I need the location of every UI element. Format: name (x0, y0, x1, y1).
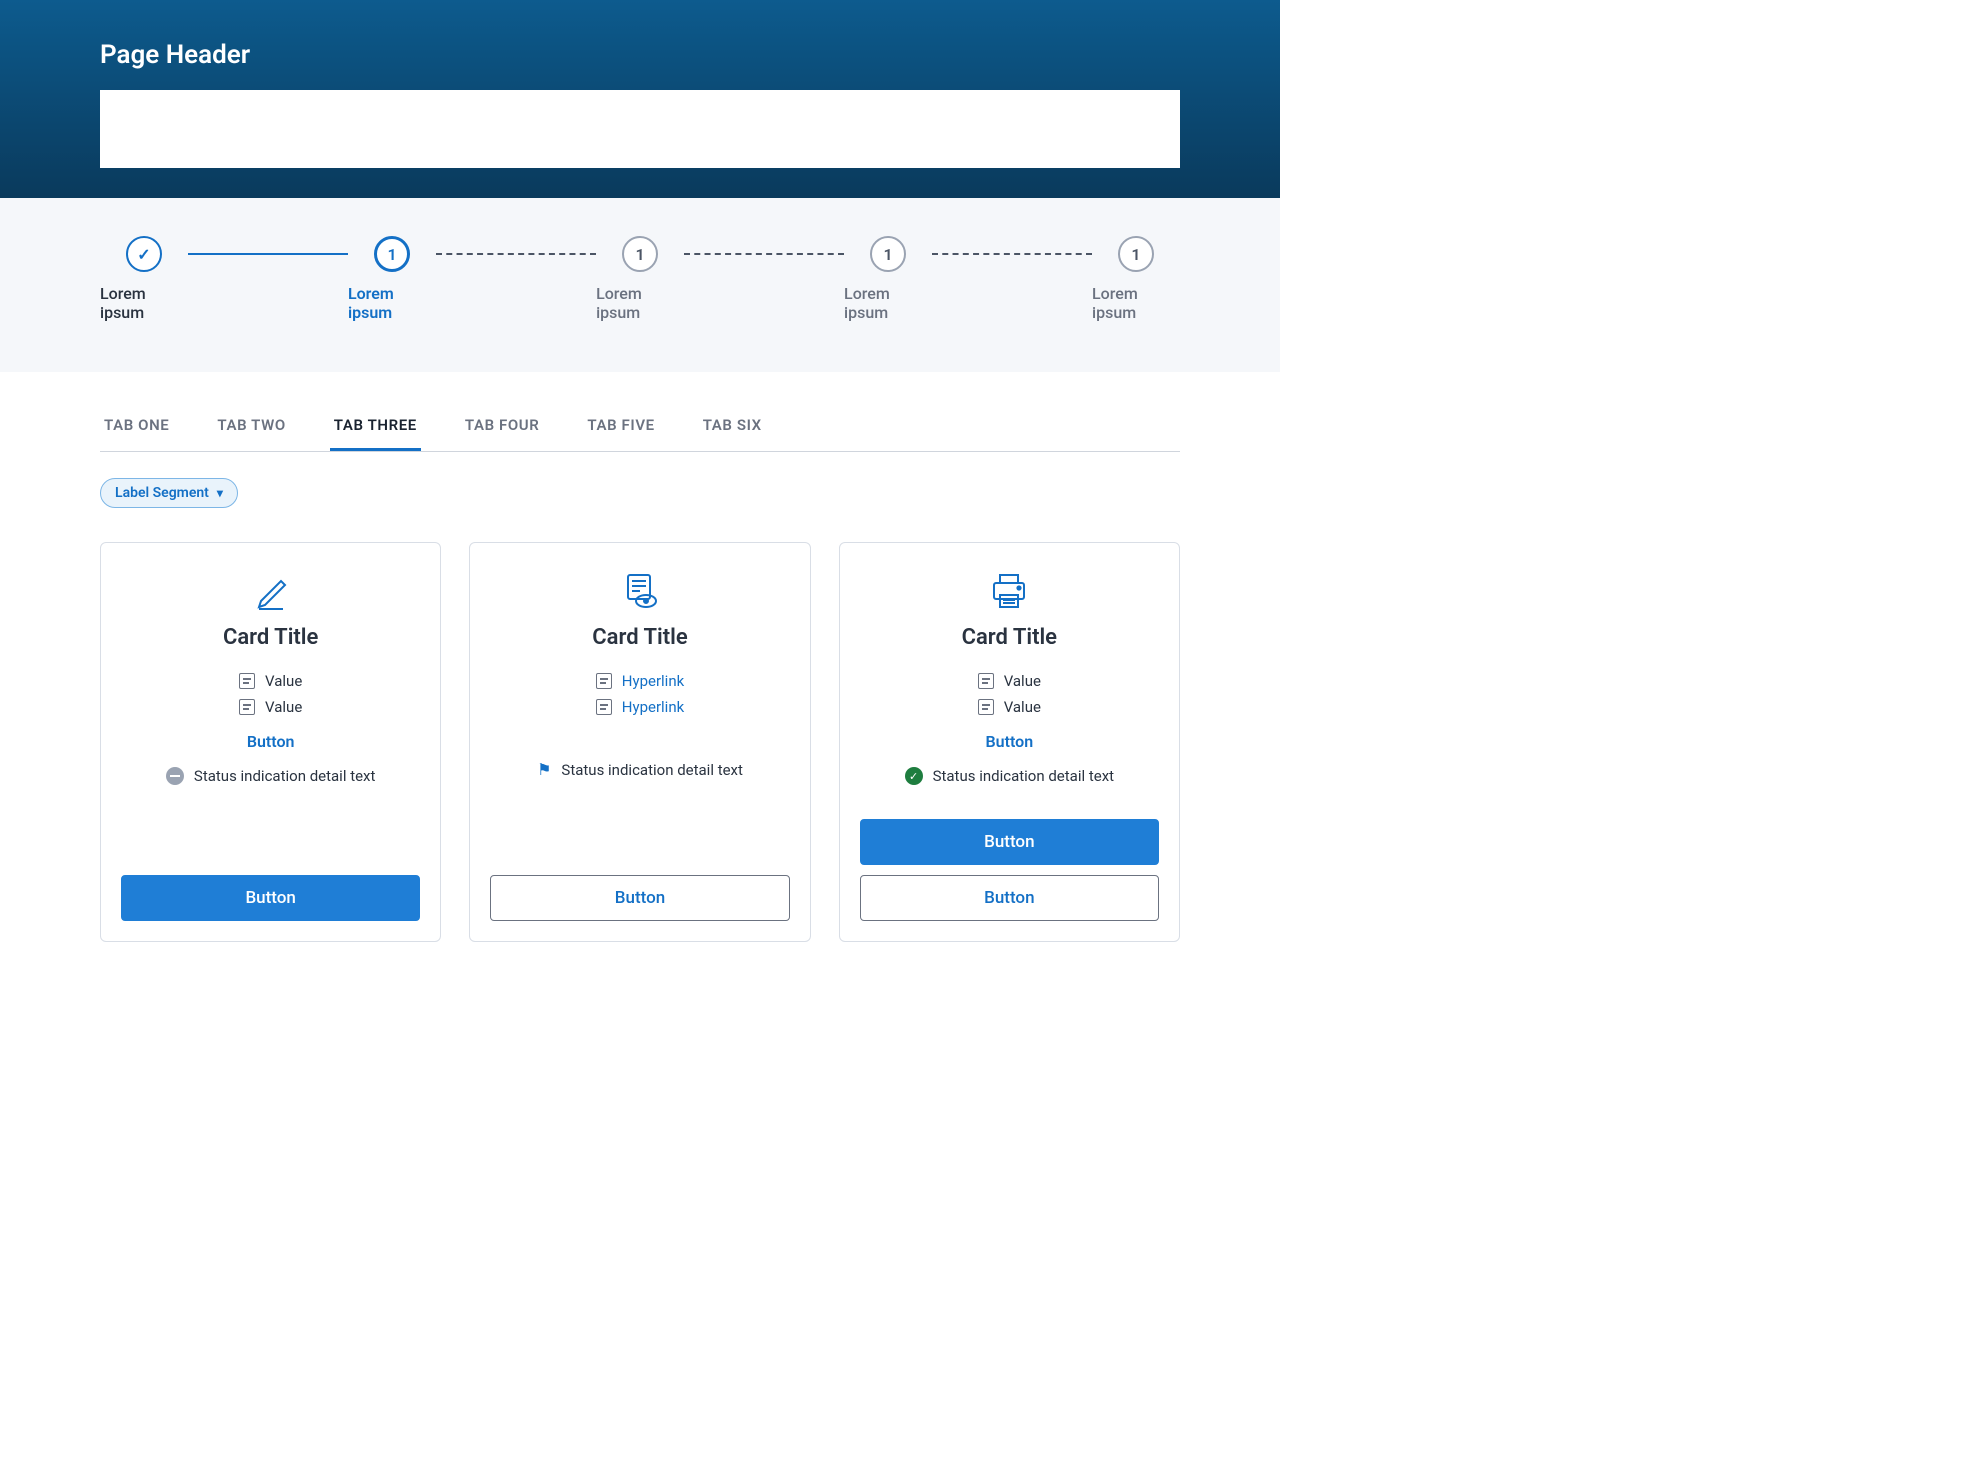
card-row: Value (239, 672, 302, 690)
tab-tab-two[interactable]: TAB TWO (213, 402, 289, 451)
document-icon (978, 699, 994, 715)
flag-icon: ⚑ (537, 760, 551, 779)
status-text: Status indication detail text (561, 761, 742, 779)
step-2[interactable]: 1 Lorem ipsum (348, 236, 436, 322)
step-connector (436, 253, 596, 255)
step-label: Lorem ipsum (596, 284, 684, 322)
step-connector (932, 253, 1092, 255)
card-title: Card Title (592, 625, 687, 650)
status-text: Status indication detail text (933, 767, 1114, 785)
step-5[interactable]: 1 Lorem ipsum (1092, 236, 1180, 322)
label-segment-text: Label Segment (115, 485, 209, 501)
pencil-icon (251, 571, 291, 611)
status-row: Status indication detail text (166, 767, 375, 785)
step-connector (188, 253, 348, 255)
step-4[interactable]: 1 Lorem ipsum (844, 236, 932, 322)
card-row: Value (978, 672, 1041, 690)
tab-bar: TAB ONE TAB TWO TAB THREE TAB FOUR TAB FIVE T… (100, 402, 1180, 452)
card-2: Card Title Hyperlink Hyperlink ⚑ Status indi… (469, 542, 810, 942)
card-hyperlink[interactable]: Hyperlink (622, 698, 684, 716)
view-document-icon (618, 571, 662, 611)
card-hyperlink[interactable]: Hyperlink (622, 672, 684, 690)
step-3[interactable]: 1 Lorem ipsum (596, 236, 684, 322)
step-number: 1 (374, 236, 410, 272)
card-button-primary[interactable]: Button (860, 819, 1159, 865)
tab-tab-six[interactable]: TAB SIX (699, 402, 766, 451)
hero-content-box (100, 90, 1180, 168)
step-number: 1 (622, 236, 658, 272)
page-title: Page Header (100, 40, 1180, 70)
printer-icon (988, 571, 1030, 611)
document-icon (978, 673, 994, 689)
minus-circle-icon (166, 767, 184, 785)
step-label: Lorem ipsum (100, 284, 188, 322)
status-row: ⚑ Status indication detail text (537, 760, 743, 779)
card-row: Value (239, 698, 302, 716)
card-value: Value (265, 698, 302, 716)
card-row: Hyperlink (596, 672, 684, 690)
tab-tab-five[interactable]: TAB FIVE (583, 402, 658, 451)
card-3: Card Title Value Value Button ✓ Status indica… (839, 542, 1180, 942)
tab-tab-four[interactable]: TAB FOUR (461, 402, 544, 451)
card-1: Card Title Value Value Button Status indicat… (100, 542, 441, 942)
status-text: Status indication detail text (194, 767, 375, 785)
step-label: Lorem ipsum (844, 284, 932, 322)
card-value: Value (1004, 698, 1041, 716)
step-number: 1 (1118, 236, 1154, 272)
tab-tab-three[interactable]: TAB THREE (330, 402, 421, 451)
card-button-primary[interactable]: Button (121, 875, 420, 921)
card-button-outline[interactable]: Button (490, 875, 789, 921)
stepper: ✓ Lorem ipsum 1 Lorem ipsum 1 Lorem ipsum 1 Lor… (0, 198, 1280, 372)
card-value: Value (265, 672, 302, 690)
cards-grid: Card Title Value Value Button Status indicat… (0, 508, 1280, 992)
step-connector (684, 253, 844, 255)
card-row: Value (978, 698, 1041, 716)
step-1[interactable]: ✓ Lorem ipsum (100, 236, 188, 322)
tab-tab-one[interactable]: TAB ONE (100, 402, 173, 451)
page-hero: Page Header (0, 0, 1280, 198)
check-circle-icon: ✓ (905, 767, 923, 785)
step-label: Lorem ipsum (348, 284, 436, 322)
card-title: Card Title (223, 625, 318, 650)
status-row: ✓ Status indication detail text (905, 767, 1114, 785)
card-title: Card Title (962, 625, 1057, 650)
card-row: Hyperlink (596, 698, 684, 716)
document-icon (239, 673, 255, 689)
document-icon (596, 699, 612, 715)
chevron-down-icon: ▾ (217, 486, 223, 500)
document-icon (239, 699, 255, 715)
card-text-button[interactable]: Button (247, 732, 295, 751)
check-icon: ✓ (126, 236, 162, 272)
document-icon (596, 673, 612, 689)
step-number: 1 (870, 236, 906, 272)
label-segment-dropdown[interactable]: Label Segment ▾ (100, 478, 238, 508)
step-label: Lorem ipsum (1092, 284, 1180, 322)
card-text-button[interactable]: Button (986, 732, 1034, 751)
card-value: Value (1004, 672, 1041, 690)
card-button-outline[interactable]: Button (860, 875, 1159, 921)
